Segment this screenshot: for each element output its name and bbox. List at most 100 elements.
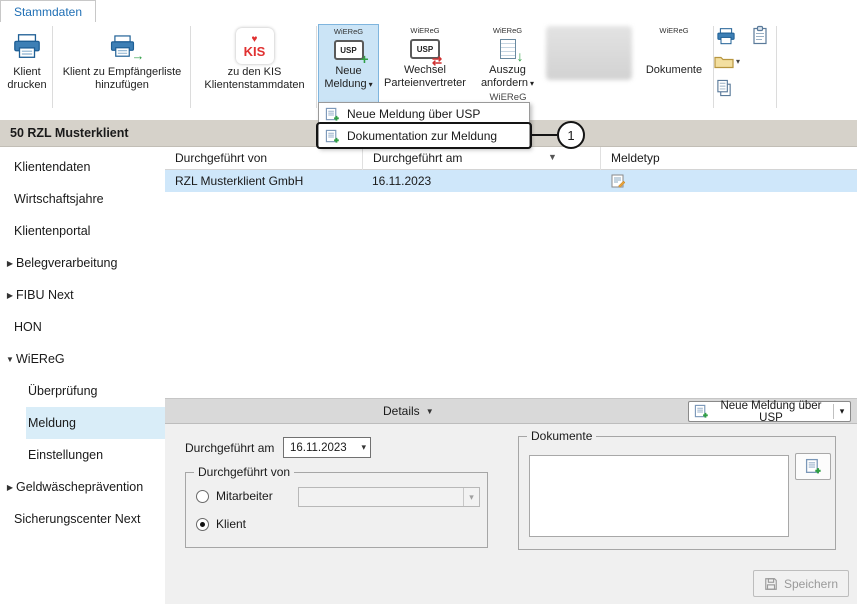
form-edit-icon [610,173,626,195]
sidebar-item-fibu-next[interactable]: ▶FIBU Next [0,279,165,311]
form-plus-icon [325,129,340,144]
sidebar-item-wirtschaftsjahre[interactable]: Wirtschaftsjahre [0,183,165,215]
table-row[interactable]: RZL Musterklient GmbH 16.11.2023 [165,170,857,192]
usp-label: USP [417,45,433,54]
chevron-down-icon: ▾ [361,442,366,453]
button-label: Meldung [324,78,366,90]
sidebar-item-belegverarbeitung[interactable]: ▶Belegverarbeitung [0,247,165,279]
menu-item-label: Neue Meldung über USP [347,107,480,121]
kis-logo-text: KIS [244,45,266,58]
clipboard-button[interactable] [752,25,768,46]
sidebar-item-label: Belegverarbeitung [16,256,117,270]
sidebar-item-ueberpruefung[interactable]: Überprüfung [0,375,165,407]
button-label: Parteienvertreter [384,77,466,90]
sidebar-item-label: Klientendaten [14,160,90,174]
callout-number: 1 [567,128,574,143]
neue-meldung-dropdown-menu: Neue Meldung über USP Dokumentation zur … [318,102,530,148]
sidebar-item-label: HON [14,320,42,334]
chevron-down-icon: ▼ [426,407,434,416]
open-folder-button[interactable]: ▾ [714,54,740,69]
chevron-down-icon[interactable]: ▾ [834,406,850,417]
sidebar-item-wiereg[interactable]: ▼WiEReG [0,343,165,375]
form-plus-icon [694,404,709,419]
ribbon-separator [776,26,777,108]
sidebar-item-label: FIBU Next [16,288,74,302]
speichern-button[interactable]: Speichern [753,570,849,597]
column-header-label: Durchgeführt von [175,151,267,165]
annotation-connector-line [532,134,557,136]
date-input[interactable]: 16.11.2023 ▾ [283,437,371,458]
radio-label: Mitarbeiter [216,489,273,503]
green-arrow-icon: → [132,49,145,62]
chevron-right-icon: ▶ [4,483,16,492]
tab-stammdaten[interactable]: Stammdaten [0,0,96,22]
printer-icon [716,27,736,46]
ribbon-separator [316,26,317,108]
chevron-down-icon: ▾ [736,57,740,66]
sidebar-item-label: Geldwäscheprävention [16,480,143,494]
folder-icon [714,54,734,69]
sidebar-item-sicherungscenter-next[interactable]: Sicherungscenter Next [0,503,165,535]
print-small-button[interactable] [716,27,736,46]
save-icon [764,577,778,591]
mitarbeiter-select[interactable]: ▾ [298,487,480,507]
wiereg-extract-icon: ↓ [500,36,516,62]
tab-label: Stammdaten [14,5,82,19]
kis-icon: ♥ KIS [236,28,274,64]
column-header-durchgefuehrt-am[interactable]: Durchgeführt am [362,147,600,170]
sidebar-item-label: Klientenportal [14,224,90,238]
chevron-down-icon: ▾ [530,79,534,88]
add-dokument-button[interactable] [795,453,831,480]
klient-empfaengerliste-button[interactable]: → Klient zu Empfängerliste hinzufügen [56,24,188,114]
wiereg-mini-label: WiEReG [493,26,522,35]
sidebar-item-label: Einstellungen [28,448,103,462]
chevron-down-icon: ▾ [369,80,373,89]
dokumente-listbox[interactable] [529,455,789,537]
klient-drucken-button[interactable]: Klient drucken [2,24,52,114]
copy-button[interactable] [716,79,733,97]
details-panel: Durchgeführt am 16.11.2023 ▾ Durchgeführ… [165,424,857,604]
sidebar-item-klientendaten[interactable]: Klientendaten [0,151,165,183]
radio-klient[interactable]: Klient [196,517,246,531]
app-window: Stammdaten Klient drucken [0,0,857,604]
details-collapse-toggle[interactable]: Details ▼ [383,399,434,423]
dokumente-button[interactable]: WiEReG Dokumente [636,24,712,114]
details-label: Details [383,404,420,418]
plus-icon: + [360,52,368,66]
sidebar-item-meldung[interactable]: Meldung [0,407,165,439]
wiereg-usp-new-icon: USP + [334,37,364,63]
sidebar-item-klientenportal[interactable]: Klientenportal [0,215,165,247]
heart-icon: ♥ [252,35,258,45]
menu-item-neue-meldung-ueber-usp[interactable]: Neue Meldung über USP [319,103,529,125]
radio-mitarbeiter[interactable]: Mitarbeiter [196,489,273,503]
menu-item-label: Dokumentation zur Meldung [347,129,497,143]
neue-meldung-ueber-usp-button[interactable]: Neue Meldung über USP ▾ [688,401,851,422]
button-label: Speichern [784,577,838,591]
wechsel-parteienvertreter-button[interactable]: WiEReG USP ⇄ Wechsel Parteienvertreter [381,24,469,114]
column-header-durchgefuehrt-von[interactable]: Durchgeführt von [165,147,362,170]
meldung-table-header: Durchgeführt von Durchgeführt am Meldety… [165,147,857,170]
cell-durchgefuehrt-am: 16.11.2023 [372,170,431,192]
button-label: Klientenstammdaten [204,79,304,92]
sidebar-item-hon[interactable]: HON [0,311,165,343]
clipboard-icon [752,25,768,46]
sidebar-item-geldwaeschepraevention[interactable]: ▶Geldwäscheprävention [0,471,165,503]
copy-icon [716,79,733,97]
button-label: Klient [7,66,46,79]
groupbox-legend: Dokumente [527,429,596,443]
button-label: Wechsel [384,64,466,77]
green-down-arrow-icon: ↓ [517,49,524,63]
neue-meldung-button[interactable]: WiEReG USP + Neue Meldung▾ [318,24,379,114]
button-label: hinzufügen [63,79,182,92]
kis-klientenstammdaten-button[interactable]: ♥ KIS zu den KIS Klientenstammdaten [194,24,315,114]
sidebar-item-label: WiEReG [16,352,65,366]
column-header-meldetyp[interactable]: Meldetyp [600,147,857,170]
radio-icon [196,490,209,503]
sort-filter-icon[interactable]: ▼ [548,152,557,162]
wiereg-mini-label: WiEReG [334,27,363,36]
sidebar-item-einstellungen[interactable]: Einstellungen [0,439,165,471]
radio-checked-icon [196,518,209,531]
annotation-callout-1: 1 [557,121,585,149]
button-label: Auszug [481,64,534,77]
menu-item-dokumentation-zur-meldung[interactable]: Dokumentation zur Meldung [319,125,529,147]
